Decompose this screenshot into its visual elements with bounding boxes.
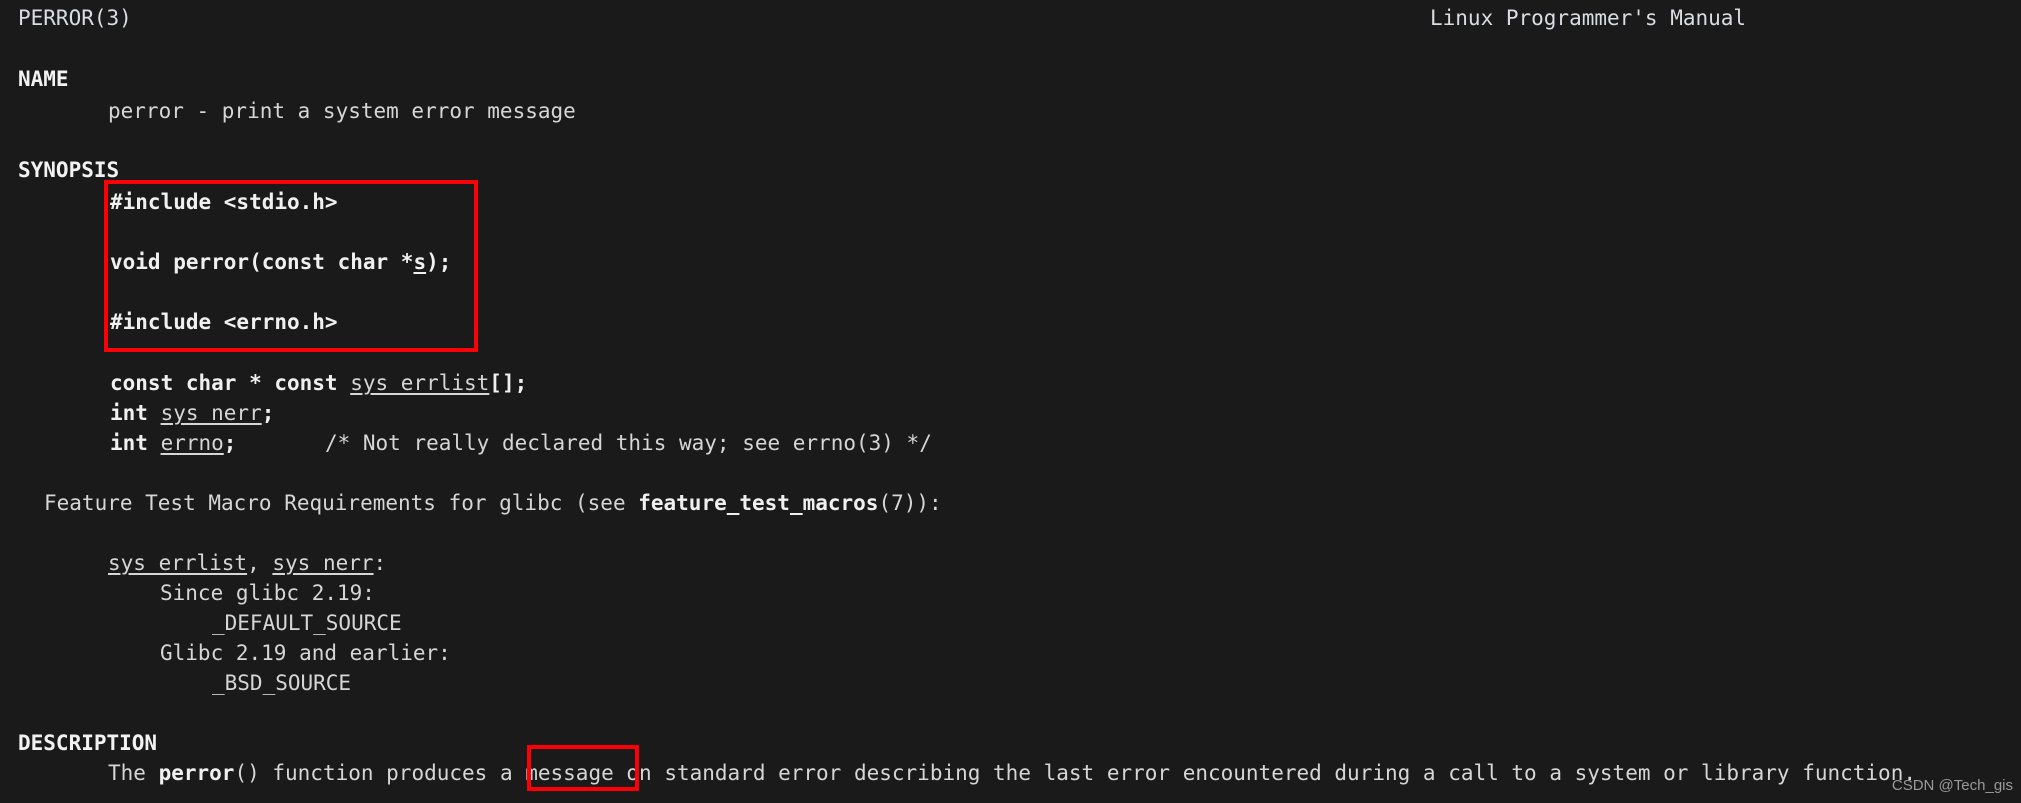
synopsis-include-errno: #include <errno.h>: [110, 310, 338, 334]
decl-sys-errlist-symbol: sys_errlist: [350, 371, 490, 395]
decl-errno-comment: [236, 431, 325, 455]
man-page-viewer: PERROR(3) Linux Programmer's Manual NAME…: [0, 0, 2021, 803]
decl-sys-nerr-type: int: [110, 401, 161, 425]
macro-symbol-separator: ,: [247, 551, 273, 575]
decl-errno-symbol: errno: [160, 431, 224, 455]
description-perror-ref: perror: [158, 761, 235, 785]
synopsis-perror-prototype-post: );: [426, 250, 452, 274]
synopsis-perror-prototype-pre: void perror(const char *: [110, 250, 414, 274]
decl-sys-errlist-suffix: [];: [489, 371, 528, 395]
macro-symbol-colon: :: [373, 551, 387, 575]
description-body-part-3: on standard error describing the last er…: [613, 761, 1916, 785]
decl-sys-errlist-type: const char * const: [110, 371, 351, 395]
decl-errno-type: int: [110, 431, 161, 455]
decl-sys-nerr-suffix: ;: [261, 401, 275, 425]
decl-sys-errlist: const char * const sys_errlist[];: [110, 368, 527, 398]
feature-test-macros-ref: feature_test_macros: [638, 491, 879, 515]
watermark: CSDN @Tech_gis: [1891, 777, 2013, 794]
macro-bsd-source: _BSD_SOURCE: [212, 671, 352, 695]
macro-glibc-earlier-line: Glibc 2.19 and earlier:: [160, 641, 451, 665]
decl-errno-comment-text: /* Not really declared this way; see err…: [324, 431, 932, 455]
feature-test-intro: Feature Test Macro Requirements for glib…: [44, 491, 639, 515]
description-body-part-1: The: [108, 761, 159, 785]
feature-test-macro-line: Feature Test Macro Requirements for glib…: [44, 488, 942, 518]
description-message-word: message: [525, 761, 614, 785]
section-heading-description: DESCRIPTION: [18, 731, 158, 755]
manpage-header-right: Linux Programmer's Manual: [1430, 6, 1747, 30]
section-heading-name: NAME: [18, 67, 69, 91]
decl-sys-nerr-symbol: sys_nerr: [160, 401, 262, 425]
synopsis-include-stdio: #include <stdio.h>: [110, 190, 338, 214]
name-body: perror - print a system error message: [108, 99, 576, 123]
description-body: The perror() function produces a message…: [108, 758, 1916, 788]
macro-symbol-sys-errlist: sys_errlist: [108, 551, 248, 575]
description-body-part-2: () function produces a: [234, 761, 526, 785]
synopsis-perror-prototype: void perror(const char *s);: [110, 247, 451, 277]
section-heading-synopsis: SYNOPSIS: [18, 158, 120, 182]
macro-symbol-sys-nerr: sys_nerr: [272, 551, 374, 575]
macro-default-source: _DEFAULT_SOURCE: [212, 611, 402, 635]
decl-errno-suffix: ;: [223, 431, 237, 455]
macro-since-glibc-line: Since glibc 2.19:: [160, 581, 375, 605]
feature-test-tail: (7)):: [878, 491, 942, 515]
decl-sys-nerr: int sys_nerr;: [110, 398, 274, 428]
manpage-header-left: PERROR(3): [18, 6, 132, 30]
decl-errno: int errno; /* Not really declared this w…: [110, 428, 932, 458]
macro-symbols-line: sys_errlist, sys_nerr:: [108, 548, 386, 578]
synopsis-perror-param-s: s: [413, 250, 427, 274]
